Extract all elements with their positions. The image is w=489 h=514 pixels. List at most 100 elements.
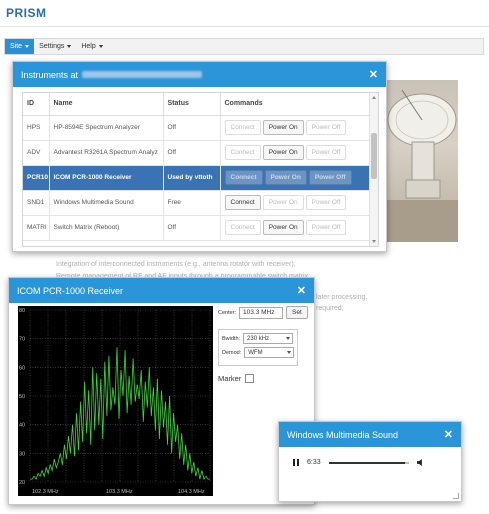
table-row[interactable]: HPS HP-8594E Spectrum Analyzer Off Conne… [23,115,371,141]
center-frequency-input[interactable]: 103.3 MHz [239,306,284,319]
bg-bullet-1: Integration of interconnected instrument… [56,261,296,268]
chevron-down-icon [67,45,72,48]
audio-player: 6:33 [293,459,443,466]
bandwidth-row: Bwidth: 230 kHz [222,333,294,344]
menu-site[interactable]: Site [5,39,35,54]
center-frequency-group: Center: 103.3 MHz Set [218,306,308,319]
connect-button[interactable]: Connect [224,170,263,185]
instruments-dialog: Instruments at ✕ ID Name Status Commands… [12,61,387,252]
table-header: ID Name Status Commands [23,93,371,116]
power-on-button[interactable]: Power On [262,145,304,160]
x-tick-label: 102.3 MHz [32,489,59,495]
scrollbar-thumb[interactable] [371,133,377,179]
table-row-selected[interactable]: PCR10 ICOM PCR-1000 Receiver Used by vtt… [23,165,371,191]
bg-text-3: later processing, [316,294,368,301]
row-id: ADV [23,140,50,166]
power-off-button[interactable]: Power Off [305,220,347,235]
demod-select[interactable]: WFM [244,347,294,358]
col-id[interactable]: ID [23,93,50,116]
resize-grip[interactable] [453,493,459,499]
bandwidth-select[interactable]: 230 kHz [243,333,294,344]
col-commands: Commands [220,93,371,116]
connect-button[interactable]: Connect [224,195,261,210]
row-name: Windows Multimedia Sound [49,190,164,216]
scroll-up-icon[interactable] [372,96,376,99]
connect-button[interactable]: Connect [224,145,261,160]
row-name: HP-8594E Spectrum Analyzer [49,115,164,141]
pause-icon[interactable] [293,459,299,466]
col-status[interactable]: Status [163,93,221,116]
close-icon[interactable]: ✕ [369,68,378,81]
demod-row: Demod: WFM [222,347,294,358]
receiver-dialog-titlebar[interactable]: ICOM PCR-1000 Receiver ✕ [9,278,314,303]
chevron-down-icon [98,45,103,48]
chevron-down-icon [287,351,291,354]
row-name: Switch Matrix (Reboot) [49,215,164,241]
chevron-down-icon [286,337,291,340]
y-tick-label: 60 [19,365,25,371]
power-off-button[interactable]: Power Off [305,145,347,160]
volume-icon[interactable] [416,459,422,466]
row-id: SND1 [23,190,50,216]
power-off-button[interactable]: Power Off [308,170,352,185]
x-tick-label: 104.3 MHz [178,489,205,495]
marker-checkbox[interactable] [245,374,255,383]
power-on-button[interactable]: Power On [264,170,307,185]
sound-dialog: Windows Multimedia Sound ✕ 6:33 [278,421,462,502]
menu-settings[interactable]: Settings [34,39,76,54]
col-name[interactable]: Name [49,93,164,116]
row-id: PCR10 [23,165,50,191]
bandwidth-label: Bwidth: [222,335,241,342]
redacted-url [82,71,203,78]
header-divider [0,26,489,27]
instruments-dialog-title: Instruments at [21,69,79,80]
demod-value: WFM [248,349,263,356]
menu-settings-label: Settings [39,43,65,50]
instruments-table: ID Name Status Commands HPS HP-8594E Spe… [22,92,379,247]
connect-button[interactable]: Connect [224,220,261,235]
close-icon[interactable]: ✕ [444,428,453,441]
marker-label: Marker [218,374,242,383]
scroll-down-icon[interactable] [372,240,376,243]
row-commands: Connect Power On Power Off [220,165,371,191]
y-tick-label: 50 [19,394,25,400]
receiver-settings-group: Bwidth: 230 kHz Demod: WFM [218,329,298,366]
seek-bar[interactable] [328,461,409,464]
y-tick-label: 70 [19,337,25,343]
power-on-button[interactable]: Power On [262,195,304,210]
y-tick-label: 30 [19,451,25,457]
power-off-button[interactable]: Power Off [305,120,347,135]
satellite-dish-photo [382,80,458,242]
row-id: MATRI [23,215,50,241]
set-button[interactable]: Set [286,306,308,319]
row-id: HPS [23,115,50,141]
power-on-button[interactable]: Power On [262,220,304,235]
sound-dialog-titlebar[interactable]: Windows Multimedia Sound ✕ [279,422,461,447]
menu-bar: Site Settings Help [4,38,484,55]
row-commands: Connect Power On Power Off [220,190,371,216]
table-row[interactable]: ADV Advantest R3261A Spectrum Analyz Off… [23,140,371,166]
x-tick-label: 103.3 MHz [106,489,133,495]
table-row[interactable]: MATRI Switch Matrix (Reboot) Off Connect… [23,215,371,241]
menu-site-label: Site [10,43,23,50]
demod-label: Demod: [222,349,242,356]
instruments-dialog-titlebar[interactable]: Instruments at ✕ [13,62,386,87]
row-name: ICOM PCR-1000 Receiver [49,165,164,191]
app-brand: PRISM [6,6,47,20]
row-status: Off [163,140,221,166]
connect-button[interactable]: Connect [224,120,261,135]
row-status: Off [163,115,221,141]
row-commands: Connect Power On Power Off [220,140,371,166]
table-row[interactable]: SND1 Windows Multimedia Sound Free Conne… [23,190,371,216]
sound-dialog-title: Windows Multimedia Sound [287,429,399,440]
row-status: Used by vttoth [163,165,221,191]
marker-group: Marker [218,374,255,383]
spectrum-plot[interactable]: 80 70 60 50 40 30 20 102.3 MHz 103.3 MHz 104.3 MH… [18,306,213,496]
menu-help[interactable]: Help [76,39,107,54]
table-scrollbar[interactable] [369,93,378,246]
power-on-button[interactable]: Power On [262,120,304,135]
close-icon[interactable]: ✕ [297,284,306,297]
menu-help-label: Help [81,43,96,50]
seek-progress [328,461,405,464]
power-off-button[interactable]: Power Off [305,195,347,210]
